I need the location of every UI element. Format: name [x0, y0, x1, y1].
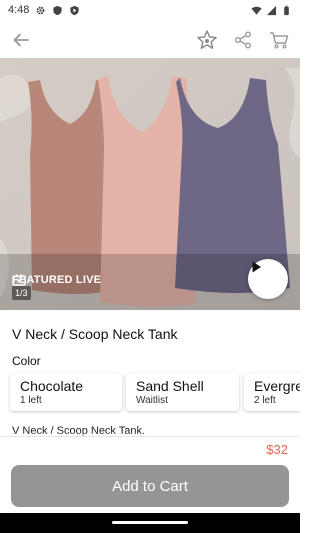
add-to-cart-button[interactable]: Add to Cart [11, 465, 289, 507]
color-variant-list[interactable]: Chocolate 1 left Sand Shell Waitlist Eve… [0, 370, 300, 414]
shield-icon [53, 5, 63, 15]
variant-stock: 1 left [20, 395, 42, 406]
gear-icon [36, 6, 45, 14]
home-gesture-handle[interactable] [112, 521, 188, 524]
signal-icon [266, 5, 277, 15]
status-right [251, 5, 292, 16]
variant-evergreen[interactable]: Evergre 2 left [244, 373, 300, 411]
variant-name: Sand Shell [136, 378, 204, 394]
product-title: V Neck / Scoop Neck Tank [12, 326, 178, 342]
status-bar: 4:48 [0, 0, 300, 20]
play-protect-icon [70, 5, 80, 15]
product-image[interactable]: FEATURED LIVE 1/3 [0, 58, 300, 310]
variant-chocolate[interactable]: Chocolate 1 left [10, 373, 122, 411]
app-bar [0, 22, 300, 58]
battery-icon [284, 5, 289, 15]
live-tv-icon [12, 274, 26, 286]
status-time: 4:48 [8, 4, 30, 16]
image-counter: 1/3 [12, 286, 31, 300]
variant-stock: Waitlist [136, 395, 168, 406]
variant-name: Chocolate [20, 378, 84, 394]
play-icon [252, 261, 261, 273]
variant-sand-shell[interactable]: Sand Shell Waitlist [126, 373, 239, 411]
app-bar-actions [196, 29, 290, 51]
back-arrow-icon[interactable] [10, 29, 32, 51]
cart-icon[interactable] [268, 29, 290, 51]
divider [0, 436, 300, 437]
color-label: Color [12, 354, 41, 368]
variant-stock: 2 left [254, 395, 276, 406]
wifi-icon [251, 6, 262, 15]
star-icon[interactable] [196, 29, 218, 51]
variant-name: Evergre [254, 378, 300, 394]
system-nav-bar [0, 513, 300, 533]
status-left: 4:48 [8, 4, 80, 16]
product-price: $32 [266, 442, 288, 457]
featured-live-badge: FEATURED LIVE [12, 274, 101, 286]
play-video-button[interactable] [248, 259, 288, 299]
share-icon[interactable] [232, 29, 254, 51]
